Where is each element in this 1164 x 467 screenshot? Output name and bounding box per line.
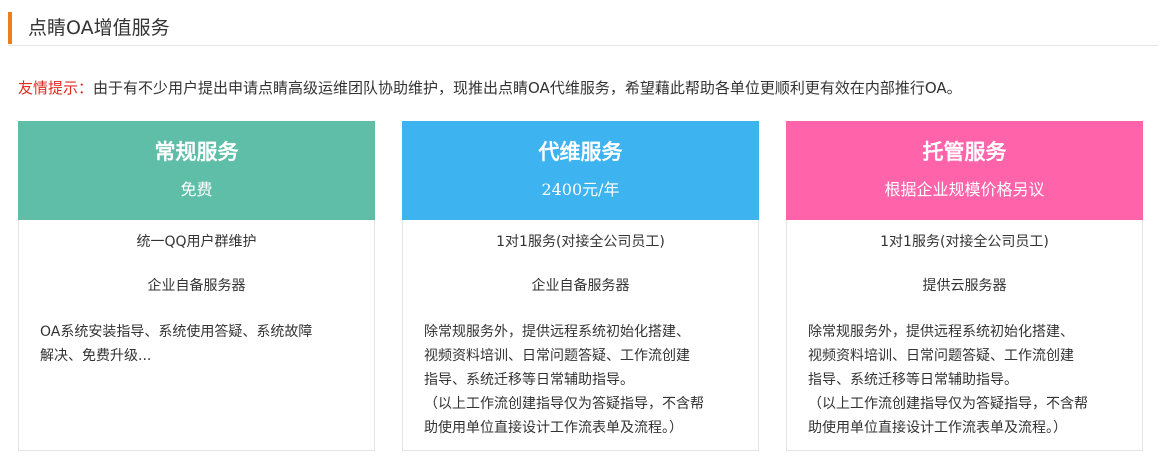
description-line: OA系统安装指导、系统使用答疑、系统故障 <box>40 324 313 340</box>
card-title: 代维服务 <box>538 140 623 164</box>
card-feature: 1对1服务(对接全公司员工) <box>880 234 1049 250</box>
description-line: 视频资料培训、日常问题答疑、工作流创建 <box>424 348 690 364</box>
description-line: 指导、系统迁移等日常辅助指导。 <box>424 372 634 388</box>
card-maintenance-service: 代维服务 2400元/年 1对1服务(对接全公司员工) 企业自备服务器 除常规服… <box>402 121 759 451</box>
notice-label: 友情提示： <box>18 79 94 97</box>
card-description: 除常规服务外，提供远程系统初始化搭建、 视频资料培训、日常问题答疑、工作流创建 … <box>421 320 740 440</box>
card-feature: 企业自备服务器 <box>531 278 630 294</box>
notice-text: 由于有不少用户提出申请点睛高级运维团队协助维护，现推出点睛OA代维服务，希望藉此… <box>93 79 962 97</box>
card-regular-service: 常规服务 免费 统一QQ用户群维护 企业自备服务器 OA系统安装指导、系统使用答… <box>18 121 375 451</box>
description-line: 解决、免费升级... <box>40 348 152 364</box>
page-title: 点睛OA增值服务 <box>28 17 170 39</box>
card-price: 免费 <box>180 180 213 199</box>
card-feature: 1对1服务(对接全公司员工) <box>496 234 665 250</box>
description-line: 助使用单位直接设计工作流表单及流程。） <box>808 420 1067 436</box>
card-title: 常规服务 <box>154 140 239 164</box>
notice: 友情提示：由于有不少用户提出申请点睛高级运维团队协助维护，现推出点睛OA代维服务… <box>18 78 962 98</box>
card-description: 除常规服务外，提供远程系统初始化搭建、 视频资料培训、日常问题答疑、工作流创建 … <box>805 320 1124 440</box>
description-line: （以上工作流创建指导仅为答疑指导，不含帮 <box>808 396 1088 412</box>
section-header: 点睛OA增值服务 <box>8 10 1158 46</box>
card-body: 1对1服务(对接全公司员工) 企业自备服务器 除常规服务外，提供远程系统初始化搭… <box>403 232 758 440</box>
description-line: 除常规服务外，提供远程系统初始化搭建、 <box>808 324 1074 340</box>
card-body: 统一QQ用户群维护 企业自备服务器 OA系统安装指导、系统使用答疑、系统故障 解… <box>19 232 374 368</box>
description-line: （以上工作流创建指导仅为答疑指导，不含帮 <box>424 396 704 412</box>
card-body: 1对1服务(对接全公司员工) 提供云服务器 除常规服务外，提供远程系统初始化搭建… <box>787 232 1142 440</box>
card-header: 托管服务 根据企业规模价格另议 <box>786 121 1143 220</box>
card-price: 2400元/年 <box>541 180 620 199</box>
card-header: 代维服务 2400元/年 <box>402 121 759 220</box>
card-price: 根据企业规模价格另议 <box>884 180 1045 199</box>
description-line: 视频资料培训、日常问题答疑、工作流创建 <box>808 348 1074 364</box>
card-feature: 企业自备服务器 <box>147 278 246 294</box>
header-accent-bar <box>8 12 12 44</box>
card-header: 常规服务 免费 <box>18 121 375 220</box>
description-line: 除常规服务外，提供远程系统初始化搭建、 <box>424 324 690 340</box>
card-hosting-service: 托管服务 根据企业规模价格另议 1对1服务(对接全公司员工) 提供云服务器 除常… <box>786 121 1143 451</box>
card-description: OA系统安装指导、系统使用答疑、系统故障 解决、免费升级... <box>37 320 356 368</box>
card-feature: 提供云服务器 <box>922 278 1007 294</box>
card-feature: 统一QQ用户群维护 <box>136 234 257 250</box>
card-title: 托管服务 <box>922 140 1007 164</box>
description-line: 助使用单位直接设计工作流表单及流程。） <box>424 420 683 436</box>
description-line: 指导、系统迁移等日常辅助指导。 <box>808 372 1018 388</box>
